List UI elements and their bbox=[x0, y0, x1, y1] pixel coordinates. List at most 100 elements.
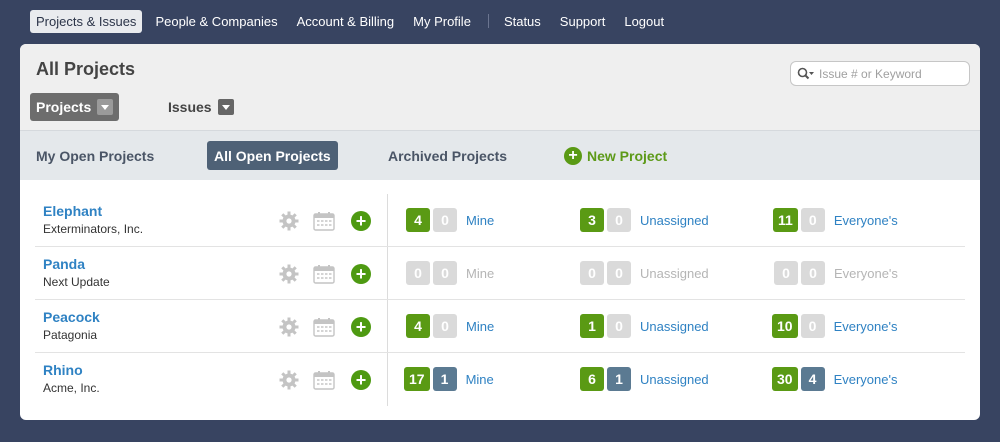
plus-circle-icon: + bbox=[351, 317, 371, 337]
project-name-link[interactable]: Panda bbox=[43, 256, 85, 272]
mine-link[interactable]: Mine bbox=[466, 319, 494, 334]
gear-icon[interactable] bbox=[278, 316, 300, 338]
everyone-link[interactable]: Everyone's bbox=[834, 372, 898, 387]
project-row: Peacock Patagonia + 4 0 Mine 1 0 Unassig… bbox=[35, 300, 965, 353]
everyone-stats: 30 4 Everyone's bbox=[772, 367, 897, 391]
open-count-badge[interactable]: 1 bbox=[580, 314, 604, 338]
open-count-badge[interactable]: 0 bbox=[580, 261, 604, 285]
nav-account-billing[interactable]: Account & Billing bbox=[291, 10, 401, 33]
tab-archived-projects[interactable]: Archived Projects bbox=[381, 141, 514, 170]
unassigned-link[interactable]: Unassigned bbox=[640, 213, 709, 228]
flagged-count-badge[interactable]: 0 bbox=[800, 208, 825, 232]
open-count-badge[interactable]: 6 bbox=[580, 367, 604, 391]
everyone-stats: 0 0 Everyone's bbox=[774, 261, 898, 285]
flagged-count-badge[interactable]: 0 bbox=[801, 261, 825, 285]
project-company: Patagonia bbox=[43, 328, 98, 342]
issues-dropdown-label: Issues bbox=[168, 99, 212, 115]
everyone-link[interactable]: Everyone's bbox=[834, 319, 898, 334]
calendar-icon[interactable] bbox=[313, 369, 335, 391]
everyone-stats: 10 0 Everyone's bbox=[772, 314, 897, 338]
project-row: Elephant Exterminators, Inc. + 4 0 Mine … bbox=[35, 194, 965, 247]
flagged-count-badge[interactable]: 0 bbox=[607, 208, 631, 232]
open-count-badge[interactable]: 0 bbox=[774, 261, 798, 285]
add-issue-button[interactable]: + bbox=[350, 316, 372, 338]
flagged-count-badge[interactable]: 0 bbox=[433, 261, 457, 285]
flagged-count-badge[interactable]: 4 bbox=[800, 367, 825, 391]
unassigned-link[interactable]: Unassigned bbox=[640, 319, 709, 334]
project-company: Next Update bbox=[43, 275, 110, 289]
chevron-down-icon bbox=[97, 99, 114, 115]
everyone-link[interactable]: Everyone's bbox=[834, 213, 898, 228]
nav-projects-issues[interactable]: Projects & Issues bbox=[30, 9, 143, 33]
nav-divider bbox=[487, 14, 489, 28]
project-filter-tabs: My Open Projects All Open Projects Archi… bbox=[20, 131, 980, 180]
nav-logout[interactable]: Logout bbox=[618, 10, 670, 33]
unassigned-stats: 3 0 Unassigned bbox=[580, 208, 709, 232]
open-count-badge[interactable]: 0 bbox=[406, 261, 430, 285]
open-count-badge[interactable]: 17 bbox=[404, 367, 430, 391]
flagged-count-badge[interactable]: 0 bbox=[800, 314, 825, 338]
open-count-badge[interactable]: 3 bbox=[580, 208, 604, 232]
issues-dropdown[interactable]: Issues bbox=[162, 93, 240, 121]
open-count-badge[interactable]: 4 bbox=[406, 208, 430, 232]
everyone-stats: 11 0 Everyone's bbox=[773, 208, 898, 232]
open-count-badge[interactable]: 10 bbox=[772, 314, 798, 338]
open-count-badge[interactable]: 11 bbox=[773, 208, 798, 232]
unassigned-stats: 1 0 Unassigned bbox=[580, 314, 709, 338]
plus-circle-icon: + bbox=[564, 146, 582, 165]
flagged-count-badge[interactable]: 0 bbox=[433, 208, 457, 232]
mine-stats: 4 0 Mine bbox=[406, 314, 494, 338]
tab-all-open-projects[interactable]: All Open Projects bbox=[207, 141, 338, 170]
project-name-link[interactable]: Elephant bbox=[43, 203, 102, 219]
everyone-link[interactable]: Everyone's bbox=[834, 266, 898, 281]
search-input[interactable] bbox=[819, 66, 959, 81]
project-row: Rhino Acme, Inc. + 17 1 Mine 6 1 Unassig… bbox=[35, 353, 965, 406]
new-project-button[interactable]: + New Project bbox=[557, 141, 674, 170]
project-company: Acme, Inc. bbox=[43, 381, 100, 395]
nav-people-companies[interactable]: People & Companies bbox=[149, 10, 283, 33]
open-count-badge[interactable]: 30 bbox=[772, 367, 798, 391]
flagged-count-badge[interactable]: 0 bbox=[607, 261, 631, 285]
search-box[interactable] bbox=[790, 61, 970, 86]
plus-circle-icon: + bbox=[351, 211, 371, 231]
unassigned-stats: 0 0 Unassigned bbox=[580, 261, 709, 285]
top-nav: Projects & Issues People & Companies Acc… bbox=[30, 9, 677, 33]
project-name-link[interactable]: Rhino bbox=[43, 362, 83, 378]
add-issue-button[interactable]: + bbox=[350, 210, 372, 232]
tab-my-open-projects[interactable]: My Open Projects bbox=[29, 141, 161, 170]
unassigned-stats: 6 1 Unassigned bbox=[580, 367, 709, 391]
nav-my-profile[interactable]: My Profile bbox=[407, 10, 477, 33]
plus-circle-icon: + bbox=[351, 370, 371, 390]
gear-icon[interactable] bbox=[278, 210, 300, 232]
gear-icon[interactable] bbox=[278, 263, 300, 285]
flagged-count-badge[interactable]: 0 bbox=[433, 314, 457, 338]
open-count-badge[interactable]: 4 bbox=[406, 314, 430, 338]
projects-dropdown[interactable]: Projects bbox=[30, 93, 120, 121]
page-title: All Projects bbox=[36, 59, 136, 79]
mine-stats: 0 0 Mine bbox=[406, 261, 494, 285]
flagged-count-badge[interactable]: 1 bbox=[432, 367, 457, 391]
mine-link[interactable]: Mine bbox=[466, 213, 494, 228]
panel-header: All Projects Projects Issues bbox=[20, 44, 980, 131]
calendar-icon[interactable] bbox=[313, 316, 335, 338]
flagged-count-badge[interactable]: 0 bbox=[607, 314, 631, 338]
mine-stats: 17 1 Mine bbox=[404, 367, 494, 391]
nav-support[interactable]: Support bbox=[554, 10, 612, 33]
projects-dropdown-label: Projects bbox=[36, 99, 92, 115]
add-issue-button[interactable]: + bbox=[350, 263, 372, 285]
flagged-count-badge[interactable]: 1 bbox=[607, 367, 631, 391]
plus-circle-icon: + bbox=[351, 264, 371, 284]
nav-status[interactable]: Status bbox=[498, 10, 547, 33]
mine-link[interactable]: Mine bbox=[466, 266, 494, 281]
project-row: Panda Next Update + 0 0 Mine 0 0 Unassig… bbox=[35, 247, 965, 300]
calendar-icon[interactable] bbox=[313, 210, 335, 232]
gear-icon[interactable] bbox=[278, 369, 300, 391]
project-company: Exterminators, Inc. bbox=[43, 222, 144, 236]
project-name-link[interactable]: Peacock bbox=[43, 309, 100, 325]
unassigned-link[interactable]: Unassigned bbox=[640, 266, 709, 281]
unassigned-link[interactable]: Unassigned bbox=[640, 372, 709, 387]
add-issue-button[interactable]: + bbox=[350, 369, 372, 391]
mine-link[interactable]: Mine bbox=[466, 372, 494, 387]
calendar-icon[interactable] bbox=[313, 263, 335, 285]
new-project-label: New Project bbox=[587, 147, 668, 164]
